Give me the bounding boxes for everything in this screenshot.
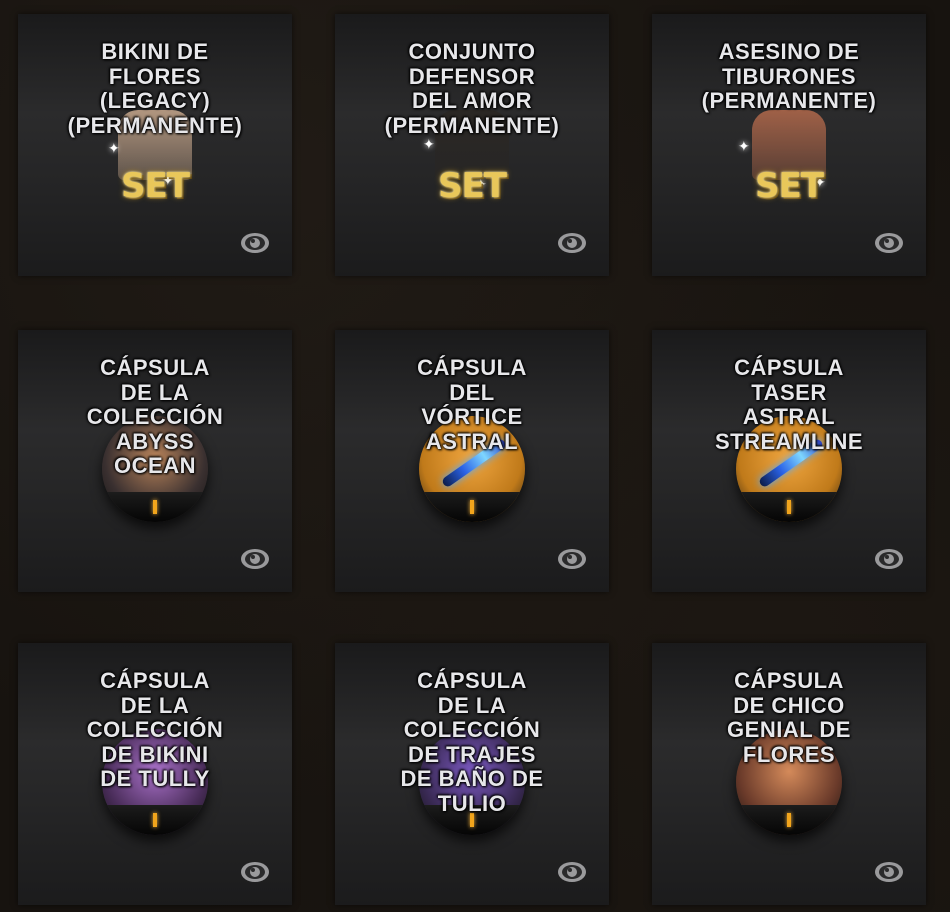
item-title: CONJUNTO DEFENSOR DEL AMOR (PERMANENTE) bbox=[384, 39, 560, 138]
eye-icon[interactable] bbox=[557, 548, 587, 570]
item-title: CÁPSULA DE CHICO GENIAL DE FLORES bbox=[727, 668, 851, 767]
eye-icon[interactable] bbox=[240, 232, 270, 254]
item-title: CÁPSULA DEL VÓRTICE ASTRAL bbox=[417, 355, 527, 454]
sparkle-icon: ✦ bbox=[423, 136, 435, 152]
sparkle-icon: ✦ bbox=[108, 140, 120, 156]
item-card-3[interactable]: ASESINO DE TIBURONES (PERMANENTE) ✦ ✦ SE… bbox=[652, 14, 926, 276]
eye-icon[interactable] bbox=[874, 548, 904, 570]
eye-icon[interactable] bbox=[874, 861, 904, 883]
item-card-5[interactable]: CÁPSULA DEL VÓRTICE ASTRAL bbox=[335, 330, 609, 592]
capsule-key-icon bbox=[787, 500, 791, 514]
item-card-2[interactable]: CONJUNTO DEFENSOR DEL AMOR (PERMANENTE) … bbox=[335, 14, 609, 276]
eye-icon[interactable] bbox=[240, 548, 270, 570]
set-badge: SET bbox=[438, 166, 507, 206]
set-badge: SET bbox=[755, 166, 824, 206]
item-card-6[interactable]: CÁPSULA TASER ASTRAL STREAMLINE bbox=[652, 330, 926, 592]
capsule-key-icon bbox=[470, 500, 474, 514]
sparkle-icon: ✦ bbox=[738, 138, 750, 154]
item-card-8[interactable]: CÁPSULA DE LA COLECCIÓN DE TRAJES DE BAÑ… bbox=[335, 643, 609, 905]
eye-icon[interactable] bbox=[557, 232, 587, 254]
capsule-key-icon bbox=[153, 813, 157, 827]
item-title: ASESINO DE TIBURONES (PERMANENTE) bbox=[701, 39, 877, 113]
item-title: CÁPSULA DE LA COLECCIÓN DE TRAJES DE BAÑ… bbox=[400, 668, 544, 816]
item-card-7[interactable]: CÁPSULA DE LA COLECCIÓN DE BIKINI DE TUL… bbox=[18, 643, 292, 905]
item-grid-page: BIKINI DE FLORES (LEGACY) (PERMANENTE) ✦… bbox=[0, 0, 950, 912]
item-card-9[interactable]: CÁPSULA DE CHICO GENIAL DE FLORES bbox=[652, 643, 926, 905]
item-title: CÁPSULA DE LA COLECCIÓN DE BIKINI DE TUL… bbox=[86, 668, 224, 791]
item-card-4[interactable]: CÁPSULA DE LA COLECCIÓN ABYSS OCEAN bbox=[18, 330, 292, 592]
item-title: CÁPSULA TASER ASTRAL STREAMLINE bbox=[715, 355, 863, 454]
item-title: BIKINI DE FLORES (LEGACY) (PERMANENTE) bbox=[67, 39, 243, 138]
eye-icon[interactable] bbox=[240, 861, 270, 883]
set-sticker-art: ✦ ✦ SET bbox=[734, 110, 844, 210]
eye-icon[interactable] bbox=[557, 861, 587, 883]
capsule-key-icon bbox=[153, 500, 157, 514]
capsule-key-icon bbox=[787, 813, 791, 827]
item-card-1[interactable]: BIKINI DE FLORES (LEGACY) (PERMANENTE) ✦… bbox=[18, 14, 292, 276]
item-title: CÁPSULA DE LA COLECCIÓN ABYSS OCEAN bbox=[86, 355, 224, 478]
set-badge: SET bbox=[121, 166, 190, 206]
eye-icon[interactable] bbox=[874, 232, 904, 254]
